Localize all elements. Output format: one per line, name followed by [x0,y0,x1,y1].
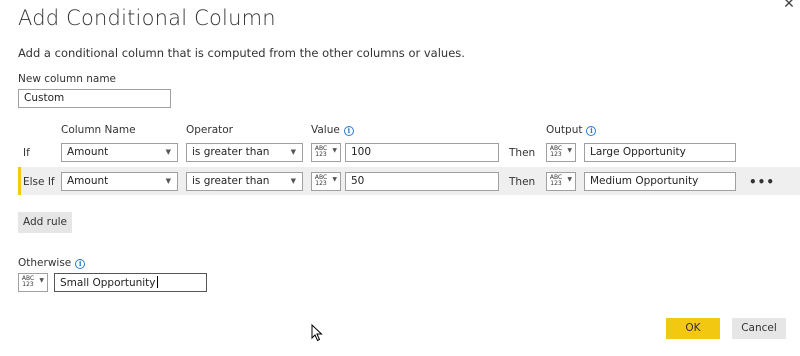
operator-header: Operator [186,124,233,136]
abc-123-type-icon: ABC 123 [549,174,563,187]
dialog-title: Add Conditional Column [18,6,276,30]
cancel-button[interactable]: Cancel [732,318,786,339]
chevron-down-icon: ▼ [332,176,337,183]
new-column-name-input[interactable]: Custom [18,89,171,108]
abc-123-type-icon: ABC 123 [314,174,328,187]
abc-123-type-icon: ABC 123 [549,145,563,158]
rule-1-column-select[interactable]: Amount ▼ [61,143,178,162]
rule-1-value-input[interactable]: 100 [345,143,499,162]
value-header-label: Value [311,124,340,136]
rule-1-then-label: Then [509,147,536,159]
value-header: Value i [311,124,354,136]
output-header: Output i [546,124,597,136]
otherwise-info-icon[interactable]: i [75,259,86,269]
output-header-label: Output [546,124,583,136]
rule-2-row-accent [18,167,21,195]
chevron-down-icon: ▼ [332,147,337,154]
rule-1-column-value: Amount [67,146,109,158]
chevron-down-icon: ▼ [567,176,572,183]
otherwise-type-select[interactable]: ABC 123 ▼ [18,273,48,292]
abc-123-type-icon: ABC 123 [314,145,328,158]
chevron-down-icon: ▼ [165,177,171,185]
value-info-icon[interactable]: i [343,126,354,136]
rule-1-output-type-select[interactable]: ABC 123 ▼ [546,143,576,162]
rule-label-if: If [23,147,30,159]
rule-2-then-label: Then [509,176,536,188]
rule-2-column-value: Amount [67,175,109,187]
otherwise-value-text: Small Opportunity [60,277,156,289]
rule-1-output-input[interactable]: Large Opportunity [584,143,736,162]
rule-2-column-select[interactable]: Amount ▼ [61,172,178,191]
otherwise-value-input[interactable]: Small Opportunity [54,273,207,292]
rule-2-value-type-select[interactable]: ABC 123 ▼ [311,172,341,191]
more-options-icon[interactable]: ••• [749,175,775,189]
column-name-header: Column Name [61,124,136,136]
rule-1-operator-value: is greater than [192,146,270,158]
chevron-down-icon: ▼ [39,277,44,284]
text-caret [156,276,158,288]
abc-123-type-icon: ABC 123 [21,275,35,288]
rule-2-value-input[interactable]: 50 [345,172,499,191]
chevron-down-icon: ▼ [567,147,572,154]
new-column-name-label: New column name [18,73,117,85]
output-info-icon[interactable]: i [586,126,597,136]
rule-label-else-if: Else If [23,176,55,188]
chevron-down-icon: ▼ [165,148,171,156]
otherwise-header: Otherwise i [18,257,86,269]
otherwise-label: Otherwise [18,257,72,269]
dialog-description: Add a conditional column that is compute… [18,46,465,60]
ok-button[interactable]: OK [666,318,720,339]
rule-2-output-input[interactable]: Medium Opportunity [584,172,736,191]
rule-1-value-type-select[interactable]: ABC 123 ▼ [311,143,341,162]
rule-2-operator-select[interactable]: is greater than ▼ [186,172,303,191]
chevron-down-icon: ▼ [290,148,296,156]
rule-1-operator-select[interactable]: is greater than ▼ [186,143,303,162]
mouse-cursor-icon [311,323,323,345]
chevron-down-icon: ▼ [290,177,296,185]
close-icon[interactable]: ✕ [782,0,796,12]
rule-2-output-type-select[interactable]: ABC 123 ▼ [546,172,576,191]
add-rule-button[interactable]: Add rule [18,212,72,233]
rule-2-operator-value: is greater than [192,175,270,187]
